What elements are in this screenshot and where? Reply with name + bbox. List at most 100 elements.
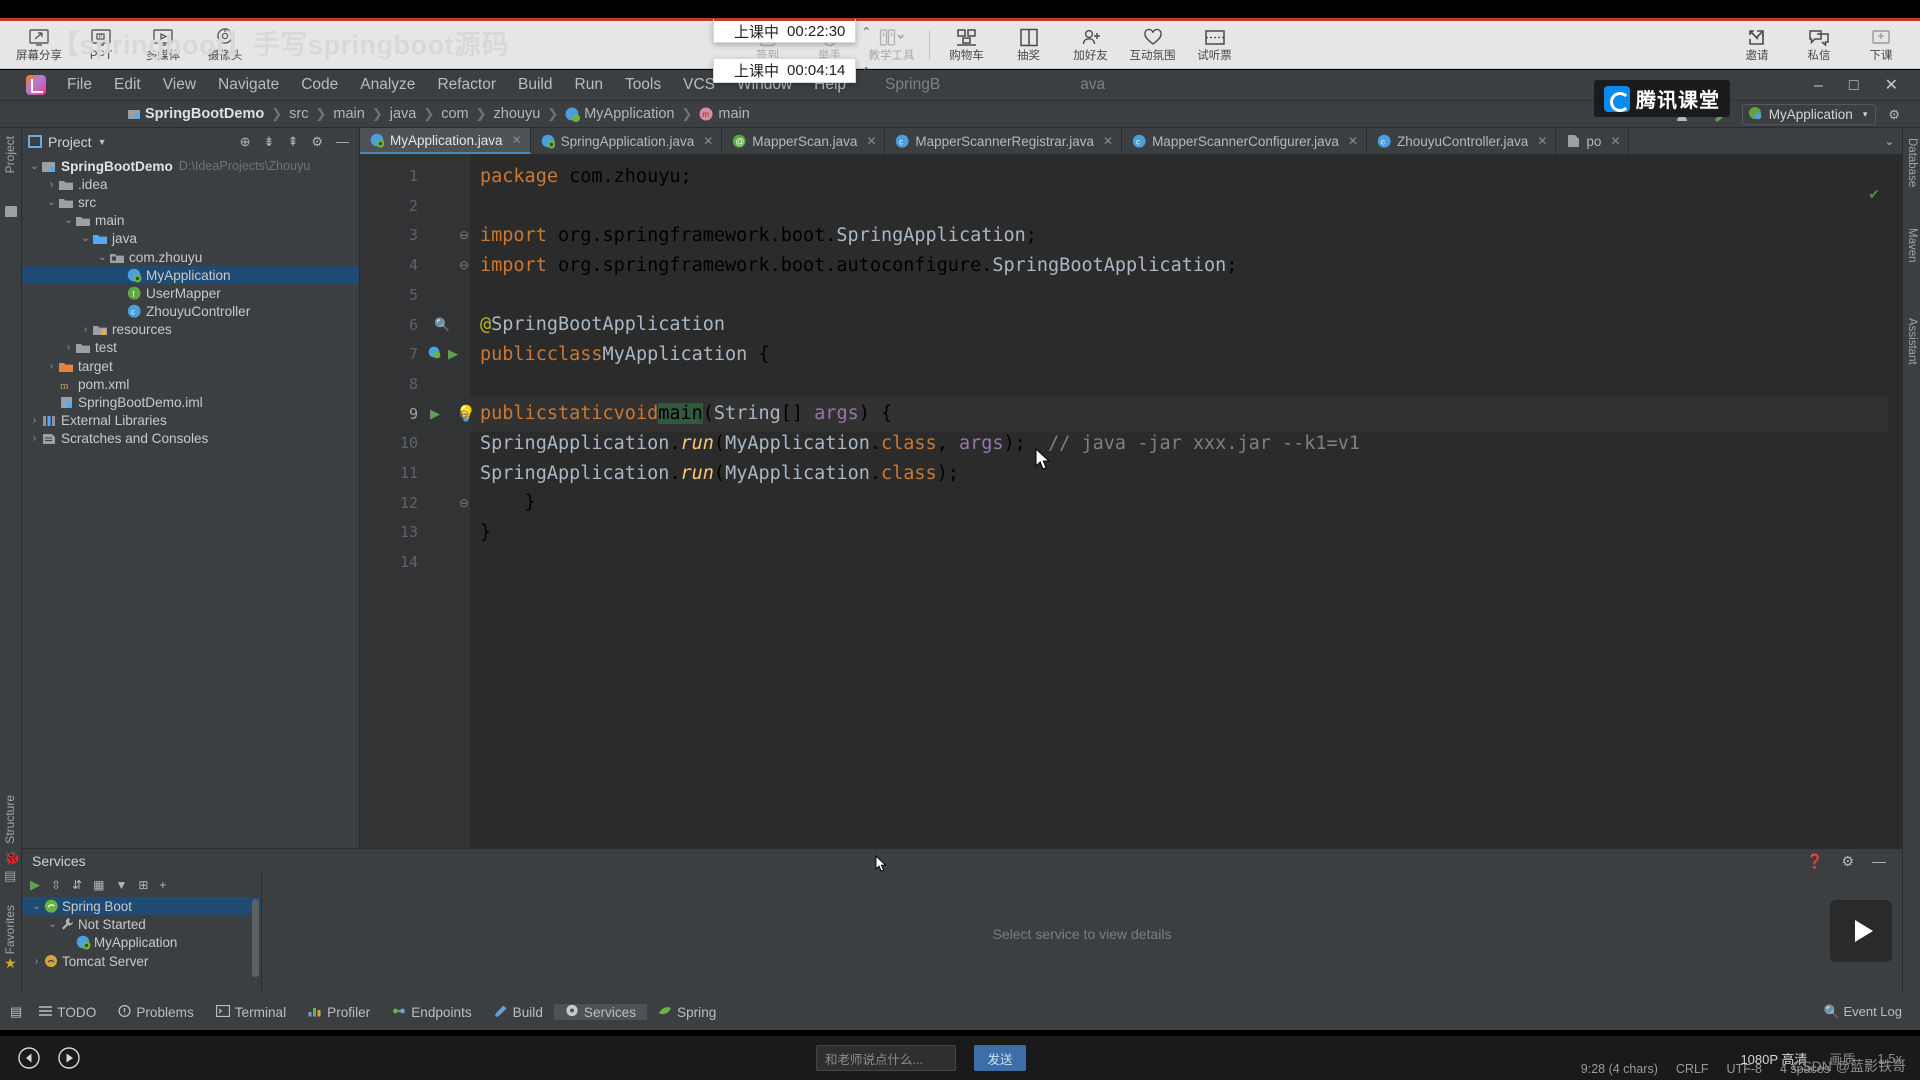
editor-tab[interactable]: MyApplication.java✕ <box>360 128 531 154</box>
sidebar-tab-favorites[interactable]: Favorites <box>3 905 17 954</box>
event-log-button[interactable]: 🔍 Event Log <box>1824 1004 1902 1020</box>
services-tree-row[interactable]: ⌄Not Started <box>22 915 261 933</box>
classroom-tool-lottery[interactable]: 抽奖 <box>998 22 1060 68</box>
classroom-tool-trial-ticket[interactable]: 试听票 <box>1184 22 1246 68</box>
code-line[interactable]: import org.springframework.boot.autoconf… <box>470 247 1237 283</box>
status-bar-item[interactable]: Services <box>554 1004 647 1020</box>
expand-all-icon[interactable]: ⇟ <box>264 134 275 150</box>
services-scrollbar[interactable] <box>252 899 259 977</box>
tree-twisty-icon[interactable]: › <box>62 342 75 353</box>
menu-tools[interactable]: Tools <box>614 72 672 98</box>
project-tree-row[interactable]: ›target <box>22 357 359 375</box>
breadcrumb-main[interactable]: main <box>333 106 364 122</box>
caret-position[interactable]: 9:28 (4 chars) <box>1581 1062 1658 1076</box>
services-tree-row[interactable]: MyApplication <box>22 934 261 952</box>
tree-twisty-icon[interactable]: ⌄ <box>96 252 109 263</box>
close-icon[interactable]: ✕ <box>512 133 522 147</box>
menu-navigate[interactable]: Navigate <box>207 72 290 98</box>
menu-analyze[interactable]: Analyze <box>349 72 426 98</box>
close-button[interactable]: ✕ <box>1885 78 1898 94</box>
code-content[interactable]: package com.zhouyu; import org.springfram… <box>470 154 1902 870</box>
debug-icon[interactable]: 🐞 <box>4 850 20 866</box>
breadcrumb-src[interactable]: src <box>289 106 308 122</box>
status-bar-toggle-icon[interactable]: ▤ <box>10 1004 28 1020</box>
tree-twisty-icon[interactable]: ⌄ <box>30 901 43 912</box>
classroom-tool-ppt[interactable]: P PPT <box>70 22 132 68</box>
breadcrumb-com[interactable]: com <box>441 106 468 122</box>
chevron-down-icon[interactable]: ▼ <box>98 137 107 147</box>
tree-twisty-icon[interactable]: › <box>45 361 58 372</box>
project-tree-row[interactable]: MyApplication <box>22 266 359 284</box>
code-line[interactable]: public class MyApplication { <box>470 336 770 372</box>
breadcrumb-method[interactable]: m main <box>699 106 749 122</box>
status-bar-item[interactable]: Build <box>483 1004 554 1020</box>
editor-tab[interactable]: po✕ <box>1556 128 1629 154</box>
editor-tab[interactable]: cMapperScannerRegistrar.java✕ <box>885 128 1122 154</box>
classroom-tool-invite[interactable]: 邀请 <box>1726 22 1788 68</box>
chevron-down-icon[interactable]: ⌄ <box>861 64 871 78</box>
status-bar-item[interactable]: Profiler <box>297 1005 381 1020</box>
project-tree-row[interactable]: ⌄main <box>22 212 359 230</box>
code-fold-icon[interactable]: ⊖ <box>459 258 469 272</box>
project-tree-row[interactable]: IUserMapper <box>22 284 359 302</box>
project-tree-row[interactable]: mpom.xml <box>22 375 359 393</box>
project-panel-icon[interactable] <box>5 206 17 217</box>
code-line[interactable]: package com.zhouyu; <box>470 158 692 194</box>
editor-tab[interactable]: @MapperScan.java✕ <box>722 128 885 154</box>
project-file-tree[interactable]: ⌄SpringBootDemoD:\IdeaProjects\Zhouyu›.i… <box>22 155 359 448</box>
filter-funnel-icon[interactable]: ▼ <box>115 878 127 892</box>
menu-view[interactable]: View <box>152 72 207 98</box>
maximize-button[interactable]: □ <box>1849 78 1859 94</box>
chat-input[interactable]: 和老师说点什么... <box>816 1045 956 1071</box>
editor-tab[interactable]: SpringApplication.java✕ <box>531 128 723 154</box>
project-tree-row[interactable]: ›resources <box>22 321 359 339</box>
tree-twisty-icon[interactable]: ⌄ <box>45 197 58 208</box>
class-timer-secondary[interactable]: 上课中 00:04:14 ⌄ <box>713 58 856 83</box>
sidebar-tab-database[interactable]: Database <box>1906 138 1918 187</box>
locate-file-icon[interactable]: ⊕ <box>240 134 251 150</box>
help-icon[interactable]: ❓ <box>1806 853 1823 870</box>
favorites-star-icon[interactable]: ★ <box>4 955 17 972</box>
tree-twisty-icon[interactable]: ⌄ <box>79 233 92 244</box>
menu-refactor[interactable]: Refactor <box>426 72 507 98</box>
tree-twisty-icon[interactable]: › <box>45 179 58 190</box>
close-icon[interactable]: ✕ <box>866 134 876 148</box>
sidebar-tab-structure[interactable]: Structure <box>3 795 17 844</box>
close-icon[interactable]: ✕ <box>703 134 713 148</box>
classroom-tool-message[interactable]: 私信 <box>1788 22 1850 68</box>
panel-settings-icon[interactable]: ⚙ <box>311 134 323 150</box>
code-fold-icon[interactable]: ⊖ <box>459 228 469 242</box>
status-bar-items[interactable]: TODOProblemsTerminalProfilerEndpointsBui… <box>28 1004 727 1020</box>
add-service-icon[interactable]: + <box>159 878 166 892</box>
service-sort-icon[interactable]: ⇵ <box>72 878 82 892</box>
editor-tab[interactable]: cZhouyuController.java✕ <box>1367 128 1556 154</box>
play-icon[interactable] <box>58 1047 80 1069</box>
group-services-icon[interactable]: ▦ <box>93 878 104 892</box>
status-bar-item[interactable]: TODO <box>28 1005 107 1020</box>
menu-file[interactable]: File <box>56 72 103 98</box>
sidebar-tab-project[interactable]: Project <box>3 136 17 173</box>
editor-tab-bar[interactable]: MyApplication.java✕SpringApplication.jav… <box>360 128 1902 154</box>
tree-twisty-icon[interactable]: ⌄ <box>46 919 59 930</box>
project-tree-row[interactable]: ›Scratches and Consoles <box>22 430 359 448</box>
file-encoding[interactable]: UTF-8 <box>1727 1062 1762 1076</box>
editor-scrollbar[interactable] <box>1888 154 1902 870</box>
classroom-tool-cart[interactable]: 购物车 <box>936 22 998 68</box>
project-tree-row[interactable]: ›External Libraries <box>22 412 359 430</box>
gutter-line[interactable]: 14 <box>360 544 470 580</box>
close-icon[interactable]: ✕ <box>1610 134 1620 148</box>
project-tree-row[interactable]: ⌄java <box>22 230 359 248</box>
code-line[interactable]: SpringApplication.run(MyApplication.clas… <box>470 455 959 491</box>
code-line[interactable] <box>470 544 480 580</box>
collapse-all-icon[interactable]: ⇞ <box>287 134 298 150</box>
line-separator[interactable]: CRLF <box>1676 1062 1709 1076</box>
menu-edit[interactable]: Edit <box>103 72 152 98</box>
classroom-tool-add-friend[interactable]: 加好友 <box>1060 22 1122 68</box>
code-fold-icon[interactable]: ⊖ <box>459 407 469 421</box>
menu-code[interactable]: Code <box>290 72 349 98</box>
build-tool-icon[interactable]: ▤ <box>4 868 16 884</box>
menu-run[interactable]: Run <box>564 72 614 98</box>
code-editor[interactable]: 123⊖4⊖56🔍7▶89▶💡⊖101112⊖1314 package com.… <box>360 154 1902 870</box>
class-timer-primary[interactable]: 上课中 00:22:30 ⌄ <box>713 19 856 43</box>
project-tree-row[interactable]: ⌄com.zhouyu <box>22 248 359 266</box>
